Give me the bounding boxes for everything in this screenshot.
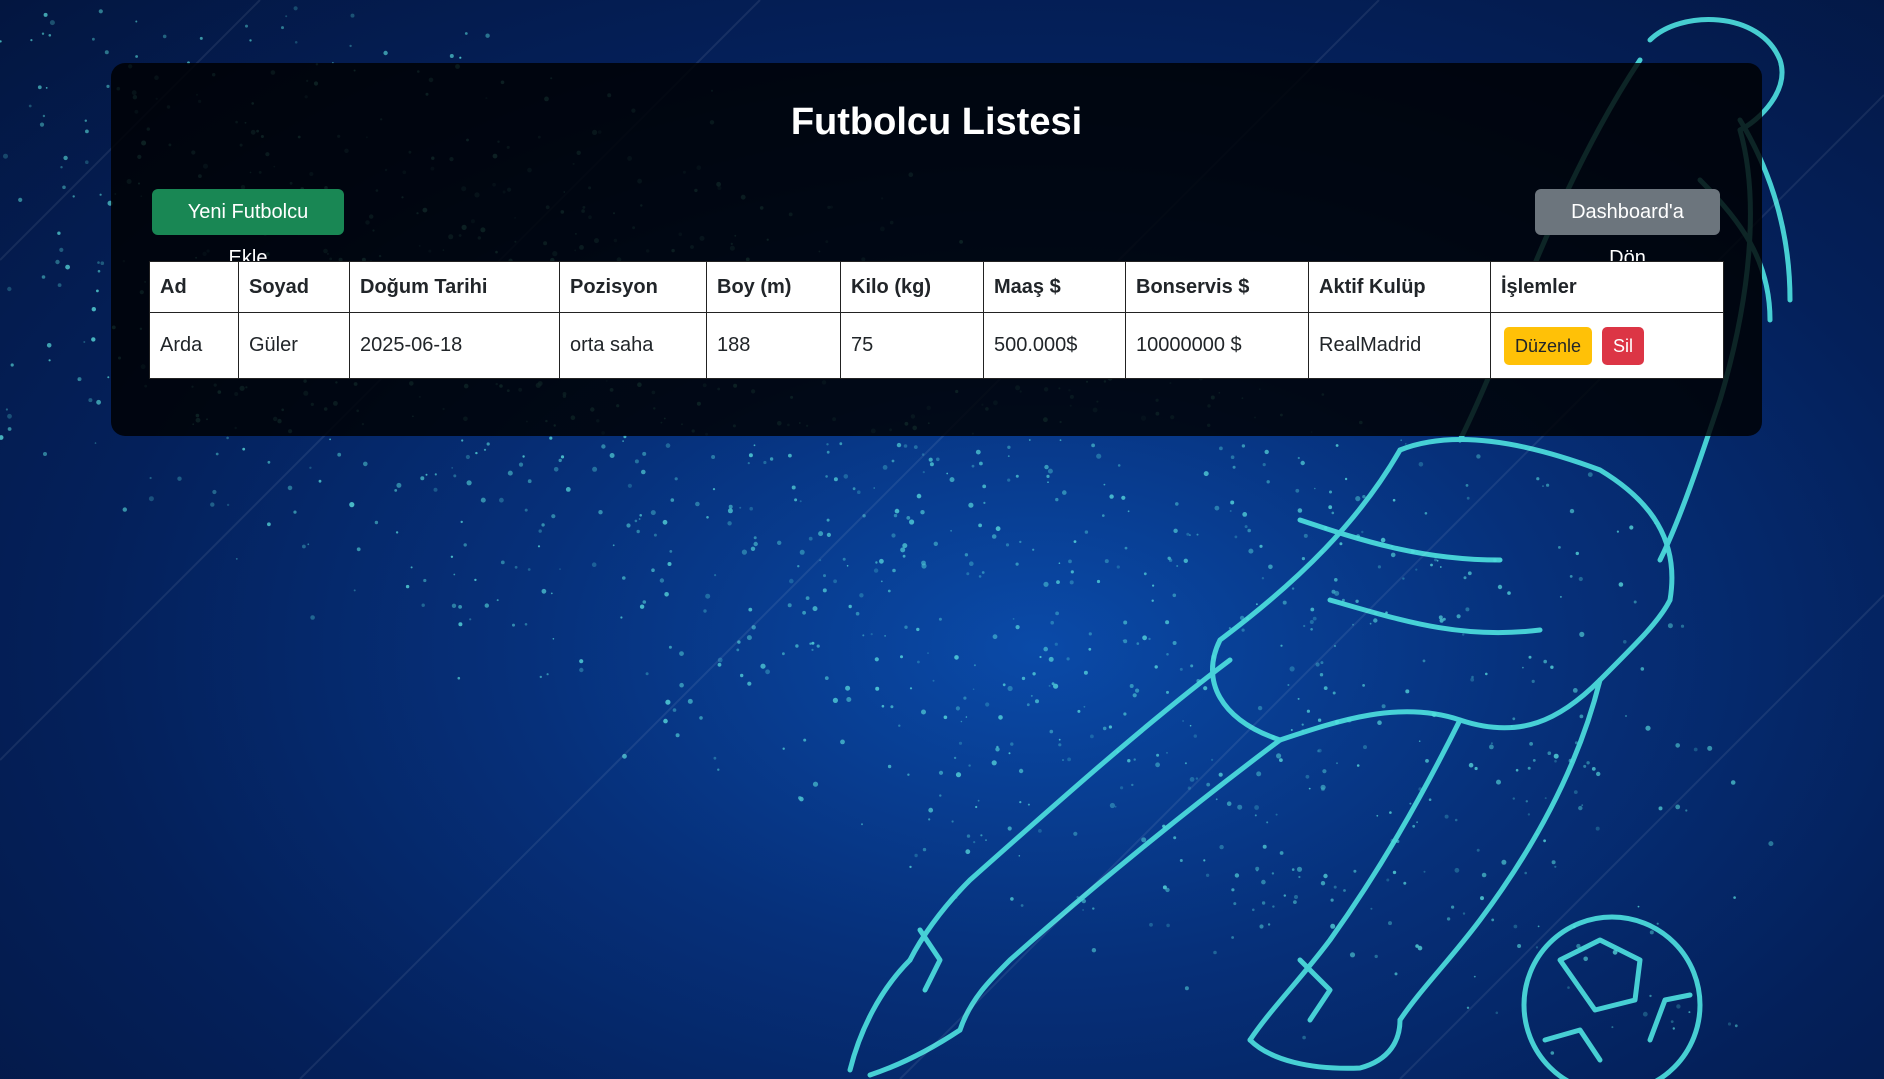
table-row: Arda Güler 2025-06-18 orta saha 188 75 5… (149, 312, 1724, 379)
cell-soyad: Güler (238, 312, 350, 379)
cell-maas: 500.000$ (983, 312, 1126, 379)
cell-kilo: 75 (840, 312, 984, 379)
back-to-dashboard-button[interactable]: Dashboard'a Dön (1535, 189, 1720, 269)
column-header-aktif-kulup: Aktif Kulüp (1308, 261, 1491, 313)
cell-bonservis: 10000000 $ (1125, 312, 1309, 379)
column-header-boy: Boy (m) (706, 261, 841, 313)
cell-aktif-kulup: RealMadrid (1308, 312, 1491, 379)
column-header-maas: Maaş $ (983, 261, 1126, 313)
player-table: Ad Soyad Doğum Tarihi Pozisyon Boy (m) K… (149, 261, 1724, 379)
add-player-button[interactable]: Yeni Futbolcu Ekle (152, 189, 344, 269)
table-header-row: Ad Soyad Doğum Tarihi Pozisyon Boy (m) K… (149, 261, 1724, 313)
cell-boy: 188 (706, 312, 841, 379)
page-title: Futbolcu Listesi (790, 101, 1083, 143)
cell-pozisyon: orta saha (559, 312, 707, 379)
column-header-soyad: Soyad (238, 261, 350, 313)
column-header-pozisyon: Pozisyon (559, 261, 707, 313)
cell-islemler: Düzenle Sil (1490, 312, 1724, 379)
column-header-dogum-tarihi: Doğum Tarihi (349, 261, 560, 313)
column-header-kilo: Kilo (kg) (840, 261, 984, 313)
delete-button[interactable]: Sil (1602, 326, 1645, 365)
cell-dogum-tarihi: 2025-06-18 (349, 312, 560, 379)
cell-ad: Arda (149, 312, 239, 379)
column-header-ad: Ad (149, 261, 239, 313)
edit-button[interactable]: Düzenle (1504, 326, 1593, 365)
player-list-panel: Futbolcu Listesi Yeni Futbolcu Ekle Dash… (111, 63, 1762, 436)
player-table-container: Ad Soyad Doğum Tarihi Pozisyon Boy (m) K… (149, 261, 1724, 379)
column-header-islemler: İşlemler (1490, 261, 1724, 313)
column-header-bonservis: Bonservis $ (1125, 261, 1309, 313)
